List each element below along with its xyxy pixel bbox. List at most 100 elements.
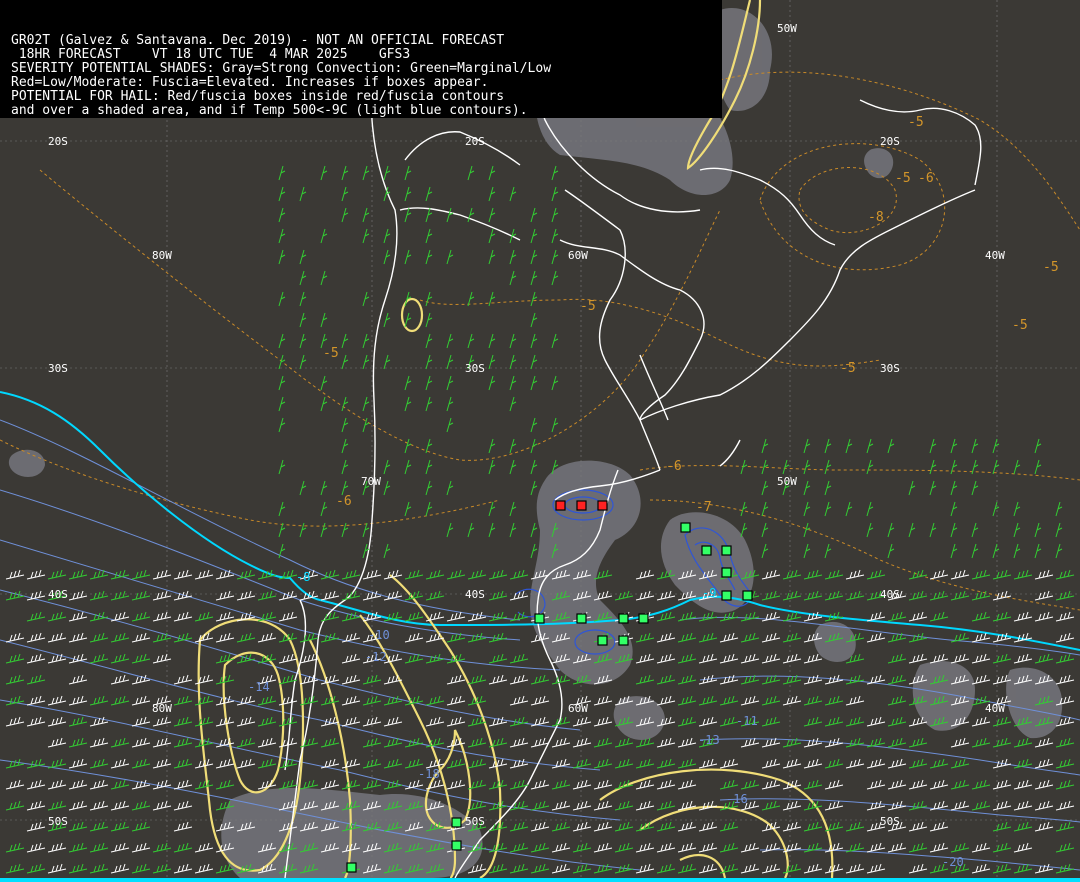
- wind-barb: [341, 333, 349, 349]
- header-severity-legend: SEVERITY POTENTIAL SHADES: Gray=Strong C…: [11, 61, 552, 76]
- wind-barb: [26, 779, 46, 790]
- wind-barb: [1034, 779, 1054, 790]
- wind-barb: [68, 632, 88, 643]
- lon-label: 80W: [152, 702, 172, 715]
- wind-barb: [845, 863, 865, 874]
- wind-barb: [446, 569, 466, 580]
- wind-barb: [908, 863, 928, 874]
- wind-barb: [824, 758, 844, 769]
- wind-barb: [908, 737, 928, 748]
- wind-barb: [236, 590, 256, 601]
- wind-barb: [236, 632, 256, 643]
- wind-barb: [677, 821, 697, 832]
- wind-barb: [950, 758, 970, 769]
- lon-label: 60W: [568, 702, 588, 715]
- wind-barb: [1055, 737, 1075, 748]
- wind-barb: [887, 758, 907, 769]
- wind-barb: [278, 207, 286, 223]
- wind-barb: [509, 737, 529, 748]
- wind-barb: [509, 270, 517, 286]
- wind-barb: [530, 438, 538, 454]
- wind-barb: [383, 312, 391, 328]
- wind-barb: [929, 522, 937, 538]
- wind-barb: [656, 653, 676, 664]
- wind-barb: [866, 632, 886, 643]
- wind-barb: [425, 312, 433, 328]
- wind-barb: [992, 821, 1012, 832]
- wind-barb: [677, 863, 697, 874]
- hail-box-green: [618, 613, 629, 624]
- wind-barb: [173, 821, 193, 832]
- wind-barb: [425, 590, 445, 601]
- wind-barb: [89, 590, 109, 601]
- wind-barb: [362, 695, 382, 706]
- wind-barb: [656, 611, 676, 622]
- wind-barb: [110, 863, 130, 874]
- wind-barb: [929, 438, 937, 454]
- hail-box-red: [555, 500, 566, 511]
- wind-barb: [698, 632, 718, 643]
- wind-barb: [26, 611, 46, 622]
- wind-barb: [425, 459, 433, 475]
- wind-barb: [68, 590, 88, 601]
- wind-barb: [740, 653, 760, 664]
- wind-barb: [782, 459, 790, 475]
- wind-barb: [68, 611, 88, 622]
- wind-barb: [404, 737, 424, 748]
- wind-barb: [362, 716, 382, 727]
- wind-barb: [47, 695, 67, 706]
- wind-barb: [887, 674, 907, 685]
- wind-barb: [299, 522, 307, 538]
- wind-barb: [929, 459, 937, 475]
- wind-barb: [971, 590, 991, 601]
- wind-barb: [5, 653, 25, 664]
- wind-barb: [383, 165, 391, 181]
- wind-barb: [803, 653, 823, 664]
- wind-barb: [383, 228, 391, 244]
- wind-barb: [803, 779, 823, 790]
- wind-barb: [929, 758, 949, 769]
- wind-barb: [929, 590, 949, 601]
- wind-barb: [530, 842, 550, 853]
- wind-barb: [824, 716, 844, 727]
- wind-barb: [950, 653, 970, 664]
- wind-barb: [173, 863, 193, 874]
- wind-barb: [824, 800, 844, 811]
- wind-barb: [509, 674, 529, 685]
- wind-barb: [425, 438, 433, 454]
- wind-barb: [971, 800, 991, 811]
- wind-barb: [488, 459, 496, 475]
- wind-barb: [908, 590, 928, 601]
- wind-barb: [845, 758, 865, 769]
- wind-barb: [698, 611, 718, 622]
- hail-box-green: [346, 862, 357, 873]
- wind-barb: [509, 863, 529, 874]
- graticule: [0, 0, 1080, 882]
- wind-barb: [509, 354, 517, 370]
- wind-barb: [110, 737, 130, 748]
- wind-barb: [971, 653, 991, 664]
- wind-barb: [929, 611, 949, 622]
- wind-barb: [866, 438, 874, 454]
- wind-barb: [110, 758, 130, 769]
- temp-label: -5: [895, 171, 911, 186]
- wind-barb: [278, 522, 286, 538]
- wind-barb: [110, 821, 130, 832]
- hail-box-green: [638, 613, 649, 624]
- wind-barb: [404, 207, 412, 223]
- wind-barb: [1055, 674, 1075, 685]
- wind-barb: [845, 716, 865, 727]
- wind-barb: [173, 842, 193, 853]
- wind-barb: [110, 800, 130, 811]
- wind-barb: [656, 632, 676, 643]
- wind-barb: [677, 758, 697, 769]
- wind-barb: [530, 354, 538, 370]
- wind-barb: [1034, 459, 1042, 475]
- wind-barb: [782, 695, 802, 706]
- wind-barb: [131, 716, 151, 727]
- wind-barb: [509, 522, 517, 538]
- wind-barb: [887, 653, 907, 664]
- lon-label: 40W: [985, 702, 1005, 715]
- wind-barb: [1034, 800, 1054, 811]
- wind-barb: [803, 569, 823, 580]
